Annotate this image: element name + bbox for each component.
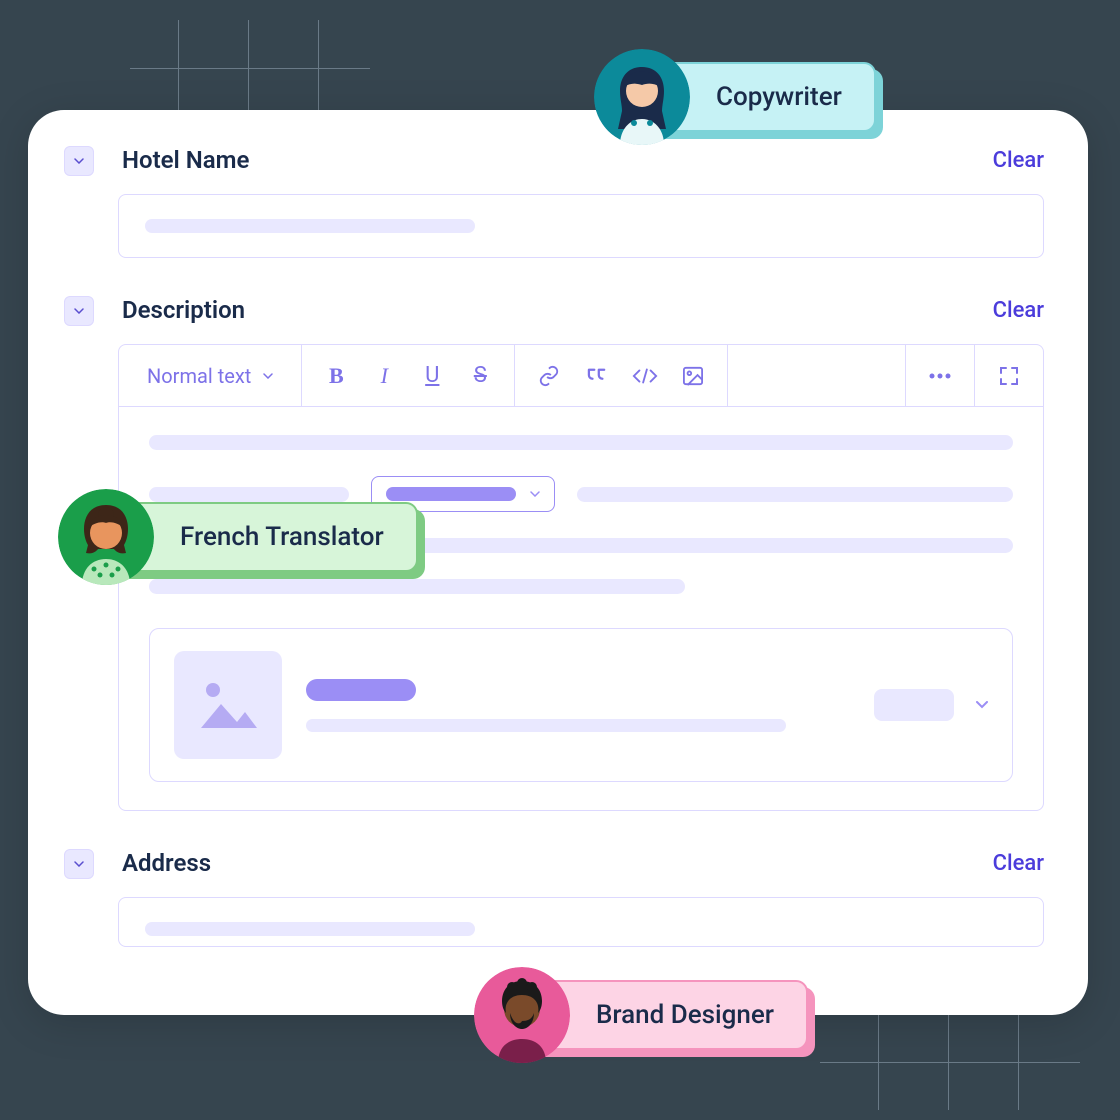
strikethrough-button[interactable]: S	[456, 352, 504, 400]
hotel-name-input[interactable]	[118, 194, 1044, 258]
field-hotel-name: Hotel Name Clear	[72, 144, 1044, 258]
collapse-toggle[interactable]	[64, 849, 94, 879]
collapse-toggle[interactable]	[64, 146, 94, 176]
field-label: Hotel Name	[122, 146, 249, 174]
media-action-button[interactable]	[874, 689, 954, 721]
italic-button[interactable]: I	[360, 352, 408, 400]
clear-button[interactable]: Clear	[993, 298, 1044, 323]
collaborator-french-translator: French Translator	[92, 502, 418, 572]
code-button[interactable]	[621, 352, 669, 400]
grid-line	[178, 20, 179, 120]
address-input[interactable]	[118, 897, 1044, 947]
media-title	[306, 679, 416, 701]
more-icon	[929, 373, 951, 379]
field-label: Address	[122, 849, 211, 877]
text-line	[577, 487, 1013, 502]
collapse-toggle[interactable]	[64, 296, 94, 326]
text-line	[149, 435, 1013, 450]
media-thumbnail	[174, 651, 282, 759]
field-address: Address Clear	[72, 847, 1044, 947]
text-line	[149, 579, 685, 594]
field-label: Description	[122, 296, 245, 324]
fullscreen-button[interactable]	[985, 352, 1033, 400]
grid-line	[1018, 1010, 1019, 1110]
expand-icon	[999, 366, 1019, 386]
link-icon	[538, 365, 560, 387]
grid-line	[948, 1010, 949, 1110]
more-button[interactable]	[916, 352, 964, 400]
collaborator-brand-designer: Brand Designer	[508, 980, 808, 1050]
image-button[interactable]	[669, 352, 717, 400]
media-attachment	[149, 628, 1013, 782]
image-placeholder-icon	[197, 678, 259, 732]
image-icon	[682, 366, 704, 386]
editor-toolbar: Normal text B I U S	[119, 345, 1043, 407]
avatar	[594, 49, 690, 145]
grid-line	[878, 1010, 879, 1110]
chevron-down-icon	[530, 491, 540, 497]
text-style-dropdown[interactable]: Normal text	[129, 364, 291, 388]
dropdown-value	[386, 487, 516, 501]
chevron-down-icon	[263, 373, 273, 379]
clear-button[interactable]: Clear	[993, 148, 1044, 173]
clear-button[interactable]: Clear	[993, 851, 1044, 876]
grid-line	[820, 1062, 1080, 1063]
chevron-down-icon[interactable]	[976, 701, 988, 709]
placeholder-text	[145, 219, 475, 233]
quote-icon	[586, 367, 608, 385]
placeholder-text	[145, 922, 475, 936]
editor-content[interactable]	[119, 407, 1043, 810]
code-icon	[632, 367, 658, 385]
grid-line	[248, 20, 249, 120]
text-style-label: Normal text	[147, 364, 251, 388]
quote-button[interactable]	[573, 352, 621, 400]
underline-button[interactable]: U	[408, 352, 456, 400]
collaborator-copywriter: Copywriter	[628, 62, 876, 132]
text-line	[149, 487, 349, 502]
link-button[interactable]	[525, 352, 573, 400]
grid-line	[130, 68, 370, 69]
bold-button[interactable]: B	[312, 352, 360, 400]
grid-line	[318, 20, 319, 120]
avatar	[474, 967, 570, 1063]
media-description	[306, 719, 786, 732]
avatar	[58, 489, 154, 585]
